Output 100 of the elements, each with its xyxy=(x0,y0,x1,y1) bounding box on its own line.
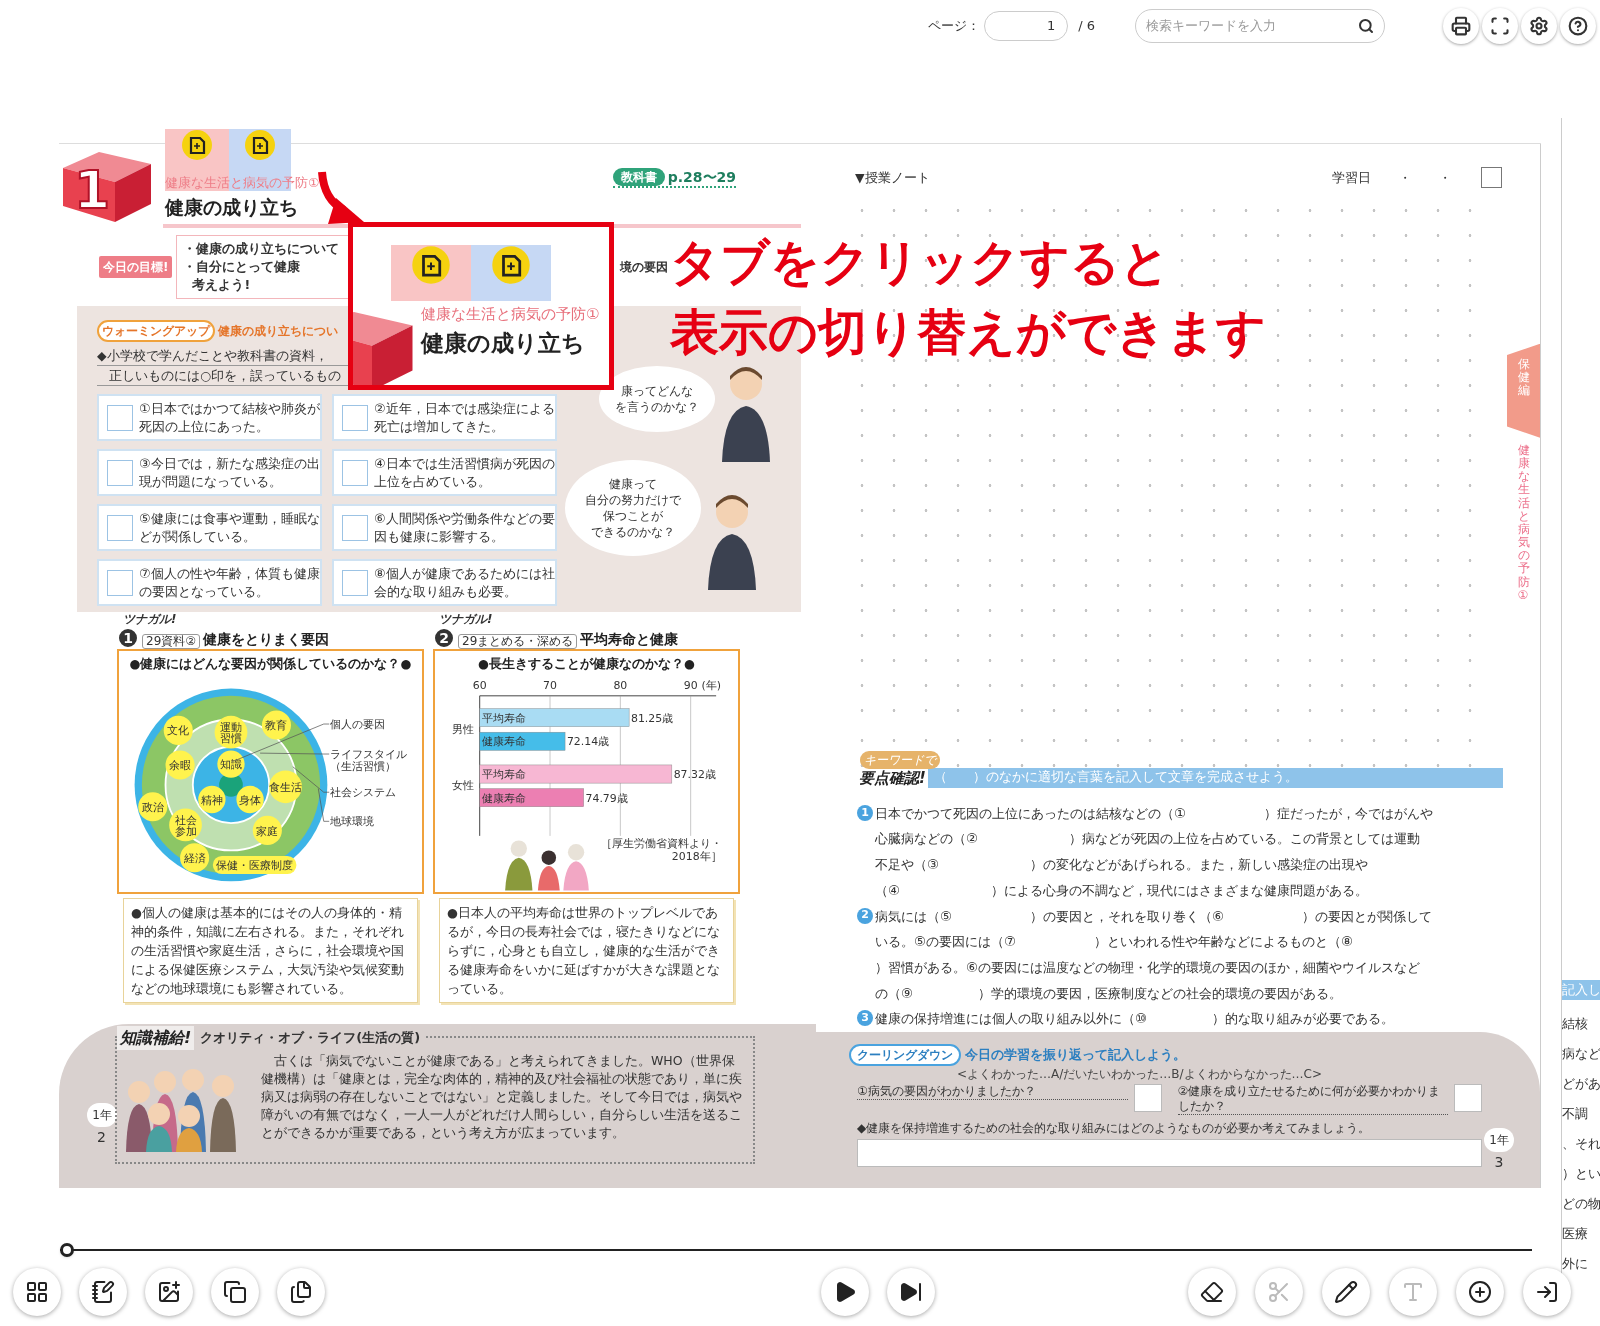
grade-label: 1年 xyxy=(87,1103,117,1127)
date-checkbox[interactable] xyxy=(1481,167,1502,189)
toolbar-button[interactable] xyxy=(1188,1268,1236,1316)
tick-label: 60 xyxy=(472,679,487,693)
text-fragment: 外に xyxy=(1562,1255,1589,1273)
source-tag: ツナガル! xyxy=(439,610,493,628)
caption-text: ●日本人の平均寿命は世界のトップレベルであるが，今日の長寿社会では，寝たきりなどにならずに，心身とも自立し，健康的な生活ができる健康寿命をいかに延ばすかが大きな課題となっている。 xyxy=(439,898,734,1003)
keyword-tag: キーワードで xyxy=(860,750,940,769)
answer-checkbox[interactable] xyxy=(107,404,133,431)
question-text: ①病気の要因がわかりましたか？ xyxy=(857,1084,1128,1101)
lesson-subtitle: 健康な生活と病気の予防① xyxy=(165,174,320,192)
page-number: 2 xyxy=(96,1128,107,1147)
skip-forward-icon xyxy=(899,1280,923,1304)
bar-label: 健康寿命 xyxy=(481,735,526,749)
keypoint-text: 不足や（③ ）の変化などがあげられる。また，新しい感染症の出現や xyxy=(875,856,1369,875)
bubble-text: 康ってどんな xyxy=(621,383,693,399)
keypoint-text: の（⑨ ）学的環境の要因，医療制度などの社会的環境の要因がある。 xyxy=(875,984,1343,1003)
lesson-subtitle: 健康な生活と病気の予防① xyxy=(421,304,600,325)
page-icon xyxy=(289,1280,313,1304)
toolbar-button[interactable] xyxy=(277,1268,325,1316)
tab-icon[interactable] xyxy=(491,245,531,285)
toolbar-button[interactable] xyxy=(13,1268,61,1316)
toolbar-button[interactable] xyxy=(821,1268,869,1316)
factor-bubble: 余暇 xyxy=(165,750,195,780)
value-label: 72.14歳 xyxy=(566,735,609,749)
statement-text: ④日本では生活習慣病が死因の上位を占めている。 xyxy=(374,454,555,491)
text-fragment: ）とい xyxy=(1562,1165,1600,1183)
legend-label: 社会システム xyxy=(329,785,396,799)
toolbar-button[interactable] xyxy=(1322,1268,1370,1316)
bar-label: 平均寿命 xyxy=(481,767,526,781)
tab-icon[interactable] xyxy=(244,129,276,161)
toolbar-button[interactable] xyxy=(1456,1268,1504,1316)
item-number: 2 xyxy=(857,907,873,924)
warmup-heading: 健康の成り立ちについ xyxy=(218,323,338,340)
toolbar-button[interactable] xyxy=(887,1268,935,1316)
rating-field[interactable] xyxy=(1133,1084,1162,1113)
factor-bubble: 家庭 xyxy=(252,815,282,845)
source-number: 1 xyxy=(117,627,139,649)
factor-bubble: 精神 xyxy=(197,785,226,813)
keypoint-text: （④ ）による心身の不調など，現代にはさまざまな健康問題がある。 xyxy=(875,881,1369,900)
text-fragment: どがあ xyxy=(1562,1075,1600,1093)
answer-checkbox[interactable] xyxy=(342,404,368,431)
source-number: 2 xyxy=(433,627,455,649)
bar-label: 平均寿命 xyxy=(481,711,526,725)
page-label: ページ： xyxy=(928,17,981,36)
legend-label: ライフスタイル （生活習慣） xyxy=(329,747,407,774)
text-fragment: 不調 xyxy=(1562,1105,1589,1123)
toolbar-button[interactable] xyxy=(1560,8,1596,44)
textbook-pages: p.28〜29 xyxy=(667,167,736,187)
toolbar-button[interactable] xyxy=(1523,1268,1571,1316)
answer-checkbox[interactable] xyxy=(107,514,133,541)
grid-icon xyxy=(25,1280,49,1304)
slider-thumb[interactable] xyxy=(60,1243,74,1257)
bubble-text: 保つことが xyxy=(603,508,663,524)
answer-checkbox[interactable] xyxy=(342,459,368,486)
bubble-text: できるのかな？ xyxy=(591,524,675,540)
rating-field[interactable] xyxy=(1454,1084,1482,1113)
tab-icon[interactable] xyxy=(181,129,213,161)
heading-fragment: 記入し xyxy=(1562,980,1600,1000)
text-box-icon xyxy=(1401,1280,1425,1304)
bubble-text: 健康って xyxy=(609,476,657,492)
axis-label: (年) xyxy=(701,679,721,693)
help-icon xyxy=(1568,16,1588,36)
tick-label: 90 xyxy=(683,679,698,693)
answer-checkbox[interactable] xyxy=(342,569,368,596)
answer-checkbox[interactable] xyxy=(107,459,133,486)
search-icon xyxy=(1358,18,1374,34)
lesson-number: 1 xyxy=(73,164,111,216)
toolbar-button[interactable] xyxy=(211,1268,259,1316)
answer-checkbox[interactable] xyxy=(342,514,368,541)
factor-bubble: 運動習慣 xyxy=(214,715,247,749)
callout-text: 表示の切り替えができます xyxy=(670,303,1266,363)
tab-icon[interactable] xyxy=(411,245,451,285)
settings-icon xyxy=(1529,16,1549,36)
cooldown-badge: クーリングダウン xyxy=(849,1044,961,1067)
grade-label: 1年 xyxy=(1484,1128,1514,1153)
textbook-badge: 教科書 xyxy=(612,168,665,186)
factor-bubble: 教育 xyxy=(261,710,291,740)
source-title: 平均寿命と健康 xyxy=(580,629,679,649)
toolbar-button[interactable] xyxy=(1443,8,1479,44)
legend-label: 個人の要因 xyxy=(329,717,385,731)
source-title: 健康をとりまく要因 xyxy=(203,629,330,649)
callout-text: タブをクリックすると xyxy=(670,233,1171,293)
keypoint-text: ）習慣がある。⑥の要因には温度などの物理・化学的環境の要因のほか，細菌やウイルスなど xyxy=(875,959,1421,977)
toolbar-button[interactable] xyxy=(79,1268,127,1316)
toolbar-button[interactable] xyxy=(1482,8,1518,44)
statement-text: ②近年，日本では感染症による死亡は増加してきた。 xyxy=(374,399,555,436)
toolbar-button[interactable] xyxy=(145,1268,193,1316)
caption-text: ●個人の健康は基本的にはその人の身体的・精神的条件，知識に左右される。また，それぞれの生活習慣や家庭生活，さらに，社会環境や国による保健医療システム，大気汚染や気候変動などの地球環境にも影響されている。 xyxy=(123,898,418,1003)
answer-field[interactable] xyxy=(857,1139,1482,1168)
value-label: 81.25歳 xyxy=(630,711,673,725)
scissors-icon xyxy=(1267,1280,1291,1304)
toolbar-button[interactable] xyxy=(1521,8,1557,44)
page-slider[interactable] xyxy=(60,1243,1532,1257)
answer-checkbox[interactable] xyxy=(107,569,133,596)
statement-text: ⑧個人が健康であるためには社会的な取り組みも必要。 xyxy=(374,564,555,601)
source-note: ［厚生労働省資料より・ 2018年］ xyxy=(600,836,722,863)
knowledge-title: クオリティ・オブ・ライフ(生活の質) xyxy=(200,1029,421,1048)
page-total: / 6 xyxy=(1078,17,1095,36)
search-input[interactable]: 検索キーワードを入力 xyxy=(1146,16,1358,36)
